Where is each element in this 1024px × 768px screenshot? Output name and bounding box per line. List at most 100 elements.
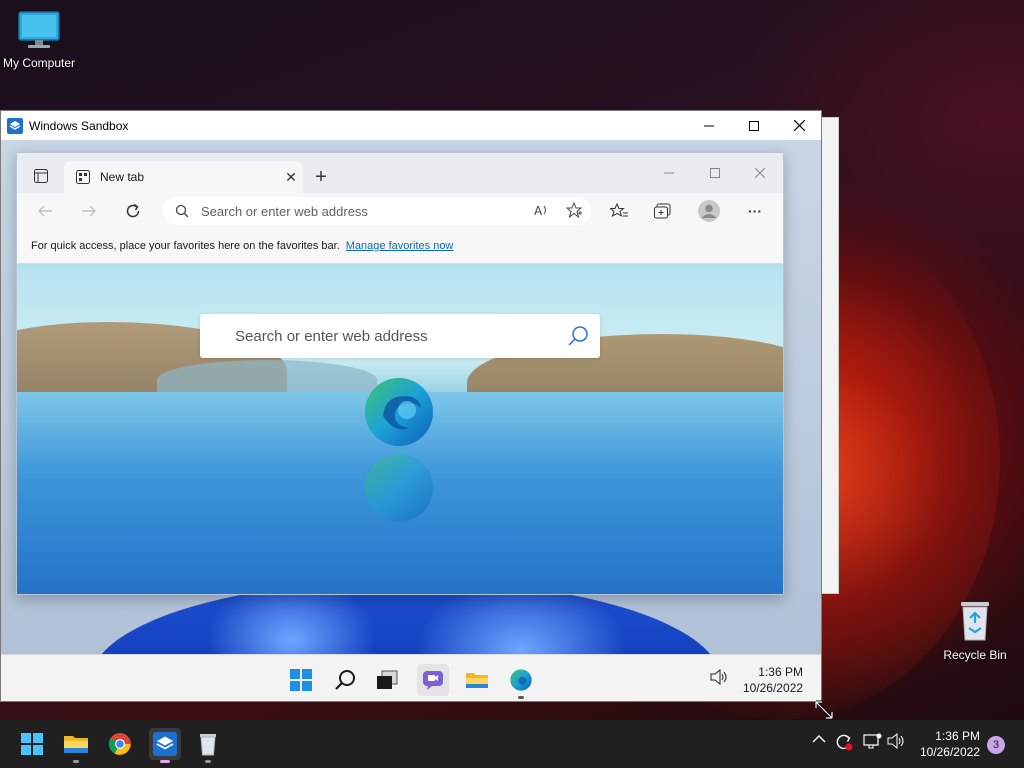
edge-logo-icon [365,378,433,446]
clock-time: 1:36 PM [758,665,803,679]
host-clock[interactable]: 1:36 PM 10/26/2022 [920,728,980,760]
favorites-bar-message: For quick access, place your favorites h… [31,240,340,252]
start-icon [21,733,43,755]
recycle-bin-icon [961,602,989,641]
recycle-bin-icon [200,734,216,756]
clock-time: 1:36 PM [935,729,980,743]
volume-icon[interactable] [709,669,729,685]
avatar [698,200,720,222]
taskbar-start-button[interactable] [285,664,317,696]
back-arrow-icon [38,205,52,217]
network-icon[interactable] [862,732,882,750]
close-button[interactable] [776,111,821,140]
new-tab-page: Search or enter web address [17,264,783,594]
taskbar-search-button[interactable] [329,664,361,696]
sandbox-window[interactable]: Windows Sandbox New tab ✕ + Search or en… [0,110,822,702]
windows-sandbox-icon [153,732,177,756]
minimize-icon [704,125,714,126]
desktop-icon-label: My Computer [2,56,76,70]
clock-date: 10/26/2022 [742,681,803,695]
sandbox-desktop: New tab ✕ + Search or enter web address … [1,140,821,701]
edge-icon [510,669,532,691]
taskbar-recycle-bin-button[interactable] [192,728,224,763]
task-view-icon [377,670,398,689]
collections-icon [654,203,671,219]
monitor-icon [18,11,60,48]
tab-actions-button[interactable] [29,165,53,187]
tab-close-icon[interactable]: ✕ [279,169,303,186]
add-favorite-icon[interactable] [557,201,591,221]
tab-actions-icon [34,169,48,183]
file-explorer-icon [64,736,88,753]
edge-close-button[interactable] [748,163,772,183]
sandbox-taskbar: 1:36 PM 10/26/2022 [1,654,821,701]
running-indicator [205,760,211,763]
taskbar-start-button[interactable] [16,728,48,760]
favorites-bar: For quick access, place your favorites h… [17,229,783,264]
forward-button[interactable] [77,199,101,223]
sandbox-title-bar[interactable]: Windows Sandbox [1,111,821,140]
maximize-button[interactable] [731,111,777,140]
favorites-icon [610,203,628,218]
minimize-icon [664,172,674,174]
chat-icon [423,671,443,690]
new-tab-page-icon [76,170,90,184]
resize-cursor-icon [814,700,834,720]
show-hidden-icons-button[interactable] [812,734,826,744]
search-icon [175,204,189,218]
taskbar-file-explorer-button[interactable] [60,728,92,763]
ntp-search-box[interactable]: Search or enter web address [200,314,600,358]
maximize-icon [749,120,759,131]
read-aloud-icon[interactable]: A [527,203,557,220]
desktop-icon-label: Recycle Bin [943,648,1007,662]
settings-more-button[interactable]: ··· [743,199,767,223]
clock-date: 10/26/2022 [919,745,980,759]
svg-text:A: A [534,204,543,217]
minimize-button[interactable] [686,111,732,140]
desktop-icon-my-computer[interactable]: My Computer [0,10,78,70]
chevron-up-icon [812,735,826,743]
taskbar-task-view-button[interactable] [371,664,403,696]
back-button[interactable] [33,199,57,223]
running-indicator [160,760,170,763]
close-icon [793,120,805,131]
taskbar-chrome-button[interactable] [104,728,136,760]
edge-minimize-button[interactable] [657,163,681,183]
tab-bar: New tab ✕ + [17,153,783,193]
desktop-icon-recycle-bin[interactable]: Recycle Bin [940,598,1010,662]
running-indicator [518,696,524,699]
ntp-search-placeholder: Search or enter web address [235,327,428,345]
edge-logo-reflection-icon [365,454,433,522]
host-taskbar: 1:36 PM 10/26/2022 3 [0,720,1024,768]
search-icon[interactable] [556,325,600,347]
taskbar-edge-button[interactable] [505,664,537,699]
notification-badge[interactable]: 3 [987,736,1005,754]
favorites-button[interactable] [607,199,631,223]
taskbar-file-explorer-button[interactable] [461,664,493,696]
collections-button[interactable] [651,199,675,223]
edge-maximize-button[interactable] [703,163,727,183]
forward-arrow-icon [82,205,96,217]
sandbox-title: Windows Sandbox [29,118,129,133]
taskbar-windows-sandbox-button[interactable] [149,728,181,763]
volume-icon[interactable] [886,732,906,750]
manage-favorites-link[interactable]: Manage favorites now [346,240,454,252]
taskbar-chat-button[interactable] [417,664,449,696]
tab-new-tab[interactable]: New tab ✕ [64,161,303,193]
refresh-icon [126,203,140,218]
search-icon [335,670,355,690]
close-icon [755,168,765,178]
profile-button[interactable] [697,199,721,223]
chrome-icon [108,733,131,755]
sandbox-clock[interactable]: 1:36 PM 10/26/2022 [743,664,803,696]
sync-status-icon[interactable] [834,732,854,752]
refresh-button[interactable] [121,199,145,223]
start-icon [290,669,312,691]
edge-window[interactable]: New tab ✕ + Search or enter web address … [16,152,784,595]
windows-sandbox-icon [7,117,23,134]
address-bar[interactable]: Search or enter web address A [163,197,591,225]
maximize-icon [710,168,720,178]
toolbar: Search or enter web address A ··· [17,193,783,229]
address-placeholder: Search or enter web address [201,203,368,219]
new-tab-button[interactable]: + [309,165,333,189]
